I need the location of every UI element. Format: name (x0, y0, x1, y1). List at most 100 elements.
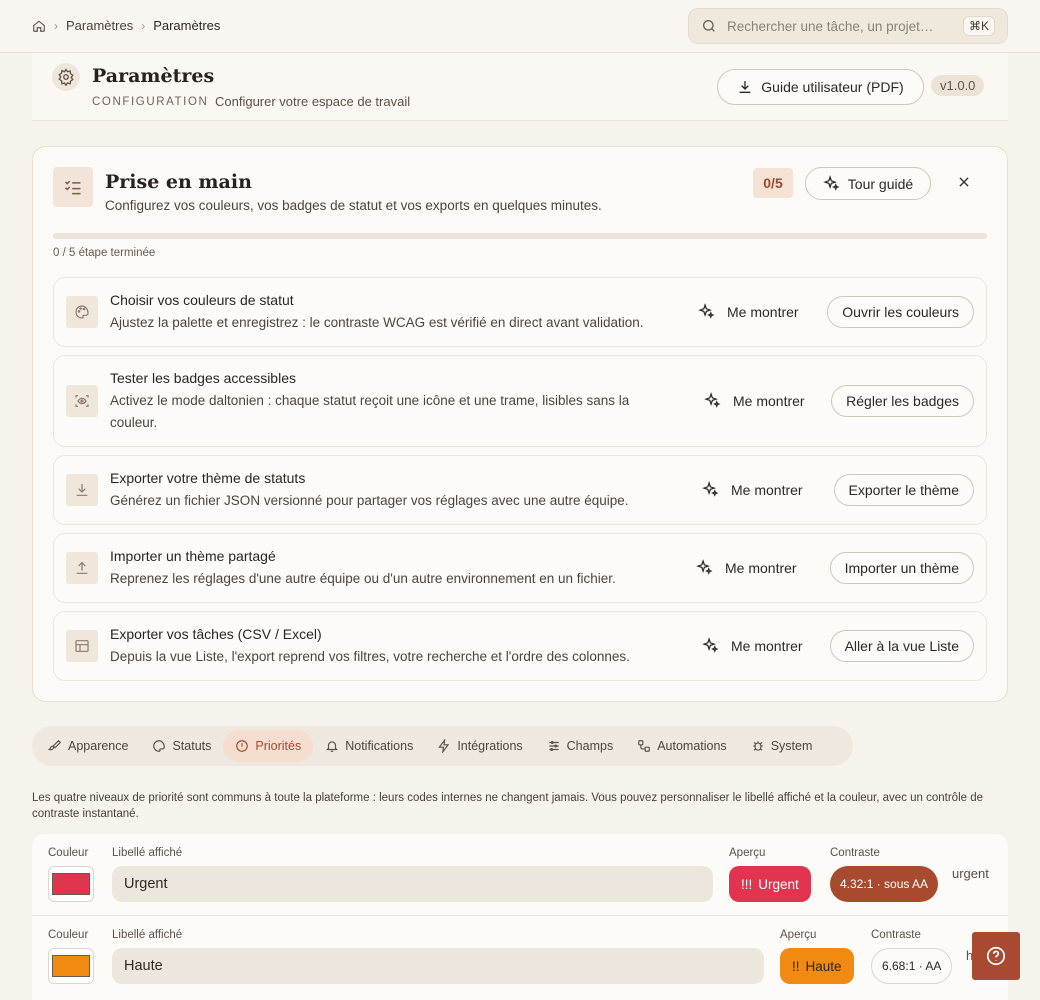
tab-priorites[interactable]: Priorités (223, 730, 314, 762)
tab-label: Priorités (255, 739, 302, 753)
step-title: Exporter votre thème de statuts (110, 470, 306, 486)
go-to-list-button[interactable]: Aller à la vue Liste (829, 630, 974, 662)
onboarding-progress-bar (53, 233, 987, 239)
show-me-button[interactable]: Me montrer (702, 481, 803, 498)
workflow-icon (637, 739, 651, 753)
color-picker[interactable] (48, 866, 94, 902)
tab-label: Statuts (172, 739, 212, 753)
display-label: Libellé affiché (112, 847, 183, 859)
sliders-icon (547, 739, 561, 753)
onboarding-card: Prise en main Configurez vos couleurs, v… (32, 146, 1008, 702)
sparkles-icon (704, 392, 721, 409)
top-bar: › Paramètres › Paramètres Rechercher une… (0, 0, 1040, 53)
tab-notifications[interactable]: Notifications (313, 730, 425, 762)
gear-icon (52, 63, 80, 91)
contrast-label: Contraste (830, 847, 880, 859)
page-header: Paramètres CONFIGURATION Configurer votr… (32, 53, 1008, 121)
page-title: Paramètres (92, 65, 215, 87)
tab-label: Apparence (68, 739, 129, 753)
onboarding-counter: 0/5 (753, 168, 793, 198)
show-me-label: Me montrer (727, 303, 799, 320)
export-theme-button[interactable]: Exporter le thème (833, 474, 974, 506)
progress-label: 0 / 5 étape terminée (53, 247, 156, 259)
search-input[interactable]: Rechercher une tâche, un projet… ⌘K (688, 8, 1008, 44)
checklist-icon (53, 167, 93, 207)
page-kicker: CONFIGURATION (92, 96, 209, 108)
close-icon[interactable] (957, 175, 971, 189)
table-icon (66, 630, 98, 662)
sparkles-icon (696, 559, 713, 576)
tab-integrations[interactable]: Intégrations (425, 730, 534, 762)
color-swatch (52, 955, 90, 977)
contrast-badge: 4.32:1 · sous AA (830, 866, 939, 902)
contrast-label: Contraste (871, 929, 921, 941)
open-colors-button[interactable]: Ouvrir les couleurs (827, 296, 974, 328)
color-picker[interactable] (48, 948, 94, 984)
tab-label: Intégrations (457, 739, 523, 753)
priority-row: Couleur Libellé affiché Aperçu Contraste… (32, 834, 1008, 915)
step-description: Générez un fichier JSON versionné pour p… (110, 493, 629, 508)
help-button[interactable] (972, 932, 1020, 980)
search-shortcut: ⌘K (962, 16, 995, 36)
step-title: Choisir vos couleurs de statut (110, 292, 294, 308)
show-me-label: Me montrer (725, 559, 797, 576)
color-label: Couleur (48, 929, 89, 941)
sparkles-icon (698, 303, 715, 320)
color-swatch (52, 873, 90, 895)
priority-row: Couleur Libellé affiché Aperçu Contraste… (32, 915, 1008, 996)
tab-statuts[interactable]: Statuts (140, 730, 223, 762)
tab-system[interactable]: System (739, 730, 825, 762)
priority-label-input[interactable]: Urgent (112, 866, 713, 902)
priority-badge-text: Haute (805, 958, 842, 974)
priority-preview-badge: !! Haute (780, 948, 854, 984)
search-icon (701, 18, 717, 34)
priority-preview-badge: !!! Urgent (729, 866, 811, 902)
onboarding-step: Importer un thème partagé Reprenez les r… (53, 533, 987, 603)
sparkles-icon (822, 175, 840, 192)
priorities-table: Couleur Libellé affiché Aperçu Contraste… (32, 834, 1008, 1000)
step-title: Exporter vos tâches (CSV / Excel) (110, 626, 322, 642)
zap-icon (437, 739, 451, 753)
palette-icon (152, 739, 166, 753)
import-theme-button[interactable]: Importer un thème (829, 552, 974, 584)
priorities-intro: Les quatre niveaux de priorité sont comm… (32, 792, 984, 820)
chevron-right-icon: › (141, 18, 146, 33)
priority-label-input[interactable]: Haute (112, 948, 764, 984)
tab-label: System (770, 739, 813, 753)
guided-tour-label: Tour guidé (847, 175, 914, 192)
color-label: Couleur (48, 847, 89, 859)
sparkles-icon (702, 481, 719, 498)
bug-icon (751, 739, 765, 753)
tab-apparence[interactable]: Apparence (36, 730, 140, 762)
show-me-button[interactable]: Me montrer (698, 303, 799, 320)
breadcrumb-current: Paramètres (153, 18, 221, 33)
tab-label: Automations (657, 739, 727, 753)
tab-champs[interactable]: Champs (535, 730, 626, 762)
onboarding-step: Exporter votre thème de statuts Générez … (53, 455, 987, 525)
preview-label: Aperçu (729, 847, 766, 859)
breadcrumb-item[interactable]: Paramètres (66, 18, 133, 33)
show-me-button[interactable]: Me montrer (704, 392, 805, 409)
download-icon (66, 474, 98, 506)
step-description: Depuis la vue Liste, l'export reprend vo… (110, 649, 630, 664)
home-icon[interactable] (32, 19, 46, 33)
user-guide-pdf-button[interactable]: Guide utilisateur (PDF) (717, 69, 924, 105)
show-me-button[interactable]: Me montrer (702, 637, 803, 654)
download-icon (737, 79, 753, 95)
show-me-button[interactable]: Me montrer (696, 559, 797, 576)
page-subtitle: Configurer votre espace de travail (215, 94, 411, 109)
guided-tour-button[interactable]: Tour guidé (805, 167, 931, 200)
tab-automations[interactable]: Automations (625, 730, 738, 762)
onboarding-title: Prise en main (105, 171, 252, 193)
priority-marks: !! (792, 958, 800, 974)
display-label: Libellé affiché (112, 929, 183, 941)
priority-code: urgent (952, 866, 989, 881)
contrast-badge: 6.68:1 · AA (871, 948, 953, 984)
step-title: Importer un thème partagé (110, 548, 276, 564)
step-description: Activez le mode daltonien : chaque statu… (110, 393, 630, 430)
onboarding-subtitle: Configurez vos couleurs, vos badges de s… (105, 198, 602, 213)
adjust-badges-button[interactable]: Régler les badges (831, 385, 974, 417)
onboarding-step: Exporter vos tâches (CSV / Excel) Depuis… (53, 611, 987, 681)
show-me-label: Me montrer (731, 637, 803, 654)
search-placeholder: Rechercher une tâche, un projet… (727, 18, 934, 34)
